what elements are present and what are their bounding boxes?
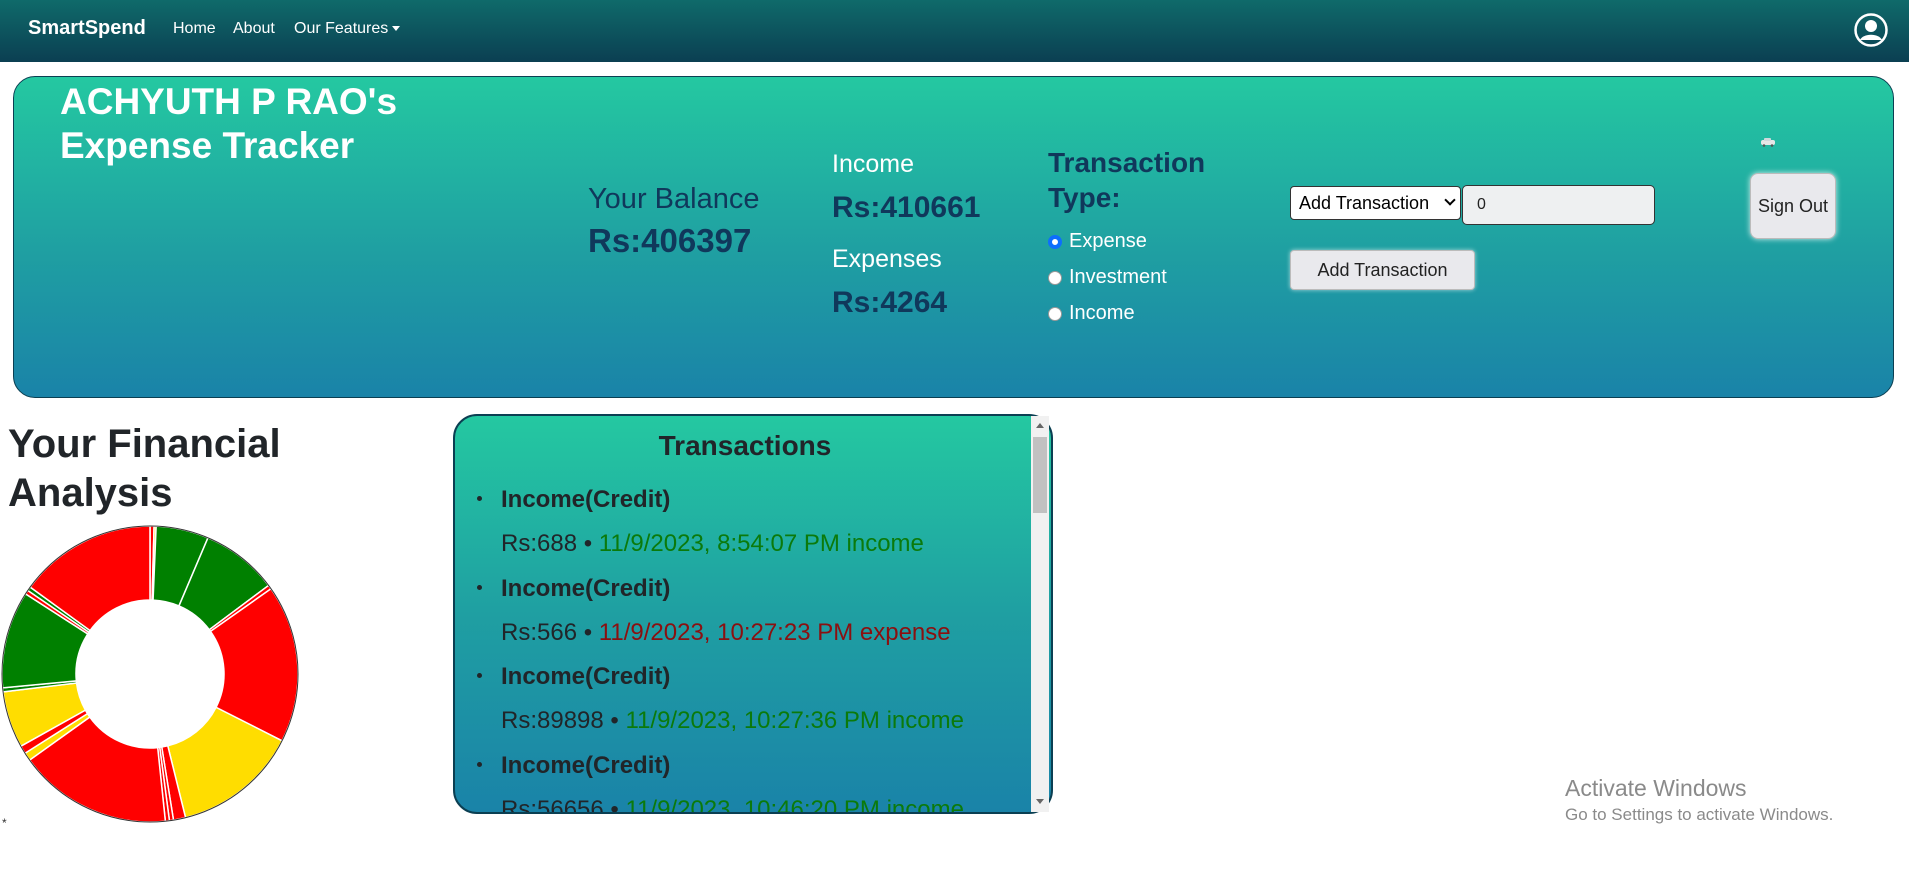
scrollbar-thumb[interactable] (1033, 437, 1047, 513)
chevron-down-icon (392, 26, 401, 32)
radio-expense-label: Expense (1069, 230, 1147, 252)
separator: • (583, 530, 593, 557)
scroll-down-icon[interactable] (1036, 799, 1044, 804)
user-circle-icon[interactable] (1853, 12, 1889, 48)
activate-windows-title: Activate Windows (1565, 775, 1747, 801)
transaction-amount: Rs:566 (501, 619, 578, 646)
transaction-amount: Rs:688 (501, 530, 578, 557)
list-item: Income(Credit) Rs:688 • 11/9/2023, 8:54:… (477, 486, 1037, 566)
financial-donut-chart (1, 525, 299, 823)
add-transaction-button[interactable]: Add Transaction (1290, 250, 1475, 290)
nav-features-label: Our Features (294, 20, 389, 37)
radio-investment[interactable]: Investment (1048, 266, 1167, 289)
chevron-down-icon (1444, 194, 1456, 206)
transaction-heading: Income(Credit) (501, 663, 671, 690)
brand-logo[interactable]: SmartSpend (28, 17, 146, 40)
radio-button[interactable] (1048, 306, 1062, 321)
transaction-amount: Rs:56656 (501, 796, 604, 814)
radio-investment-label: Investment (1069, 266, 1167, 288)
transaction-select-value: Add Transaction (1299, 192, 1430, 213)
expenses-value: Rs:4264 (832, 286, 948, 319)
income-label: Income (832, 150, 914, 178)
transaction-line: Rs:688 • 11/9/2023, 8:54:07 PM income (501, 530, 924, 558)
footnote-asterisk: * (2, 816, 7, 830)
separator: • (610, 707, 619, 734)
transaction-heading: Income(Credit) (501, 486, 671, 513)
transaction-heading: Income(Credit) (501, 752, 671, 779)
activate-windows-subtitle: Go to Settings to activate Windows. (1565, 805, 1834, 824)
transaction-detail: 11/9/2023, 10:27:36 PM income (625, 707, 964, 734)
transaction-amount: Rs:89898 (501, 707, 604, 734)
bullet-icon (477, 585, 482, 590)
bullet-icon (477, 496, 482, 501)
transaction-detail: 11/9/2023, 10:27:23 PM expense (598, 619, 951, 646)
nav-home-link[interactable]: Home (173, 20, 216, 38)
bullet-icon (477, 673, 482, 678)
transaction-line: Rs:89898 • 11/9/2023, 10:27:36 PM income (501, 707, 964, 735)
transactions-title: Transactions (658, 430, 832, 461)
transaction-detail: 11/9/2023, 8:54:07 PM income (598, 530, 924, 557)
transaction-select[interactable]: Add Transaction (1290, 186, 1461, 220)
list-item: Income(Credit) Rs:566 • 11/9/2023, 10:27… (477, 575, 1037, 655)
separator: • (583, 619, 593, 646)
list-item: Income(Credit) Rs:89898 • 11/9/2023, 10:… (477, 663, 1037, 743)
radio-income-label: Income (1069, 302, 1135, 324)
analysis-title: Your Financial Analysis (8, 422, 281, 515)
nav-about-link[interactable]: About (233, 20, 275, 38)
scroll-up-icon[interactable] (1036, 423, 1044, 428)
balance-label: Your Balance (588, 183, 760, 215)
nav-features-dropdown[interactable]: Our Features (294, 20, 401, 38)
radio-expense[interactable]: Expense (1048, 230, 1147, 253)
transactions-panel[interactable]: Transactions Income(Credit) Rs:688 • 11/… (453, 414, 1053, 814)
transaction-line: Rs:566 • 11/9/2023, 10:27:23 PM expense (501, 619, 951, 647)
balance-value: Rs:406397 (588, 222, 752, 259)
radio-button[interactable] (1048, 270, 1062, 285)
navbar: SmartSpend Home About Our Features (0, 0, 1909, 62)
page-title: ACHYUTH P RAO's Expense Tracker (60, 81, 398, 166)
bullet-icon (477, 762, 482, 767)
transaction-type-label: Transaction Type: (1048, 147, 1206, 213)
car-icon (1761, 138, 1775, 147)
transaction-detail: 11/9/2023, 10:46:20 PM income (625, 796, 964, 814)
transaction-line: Rs:56656 • 11/9/2023, 10:46:20 PM income (501, 796, 964, 814)
income-value: Rs:410661 (832, 191, 981, 224)
expenses-label: Expenses (832, 245, 942, 273)
sign-out-button[interactable]: Sign Out (1750, 173, 1836, 239)
separator: • (610, 796, 619, 814)
transaction-heading: Income(Credit) (501, 575, 671, 602)
amount-input[interactable]: 0 (1462, 185, 1655, 225)
list-item: Income(Credit) Rs:56656 • 11/9/2023, 10:… (477, 752, 1037, 814)
radio-button-checked[interactable] (1048, 234, 1062, 249)
radio-income[interactable]: Income (1048, 302, 1135, 325)
